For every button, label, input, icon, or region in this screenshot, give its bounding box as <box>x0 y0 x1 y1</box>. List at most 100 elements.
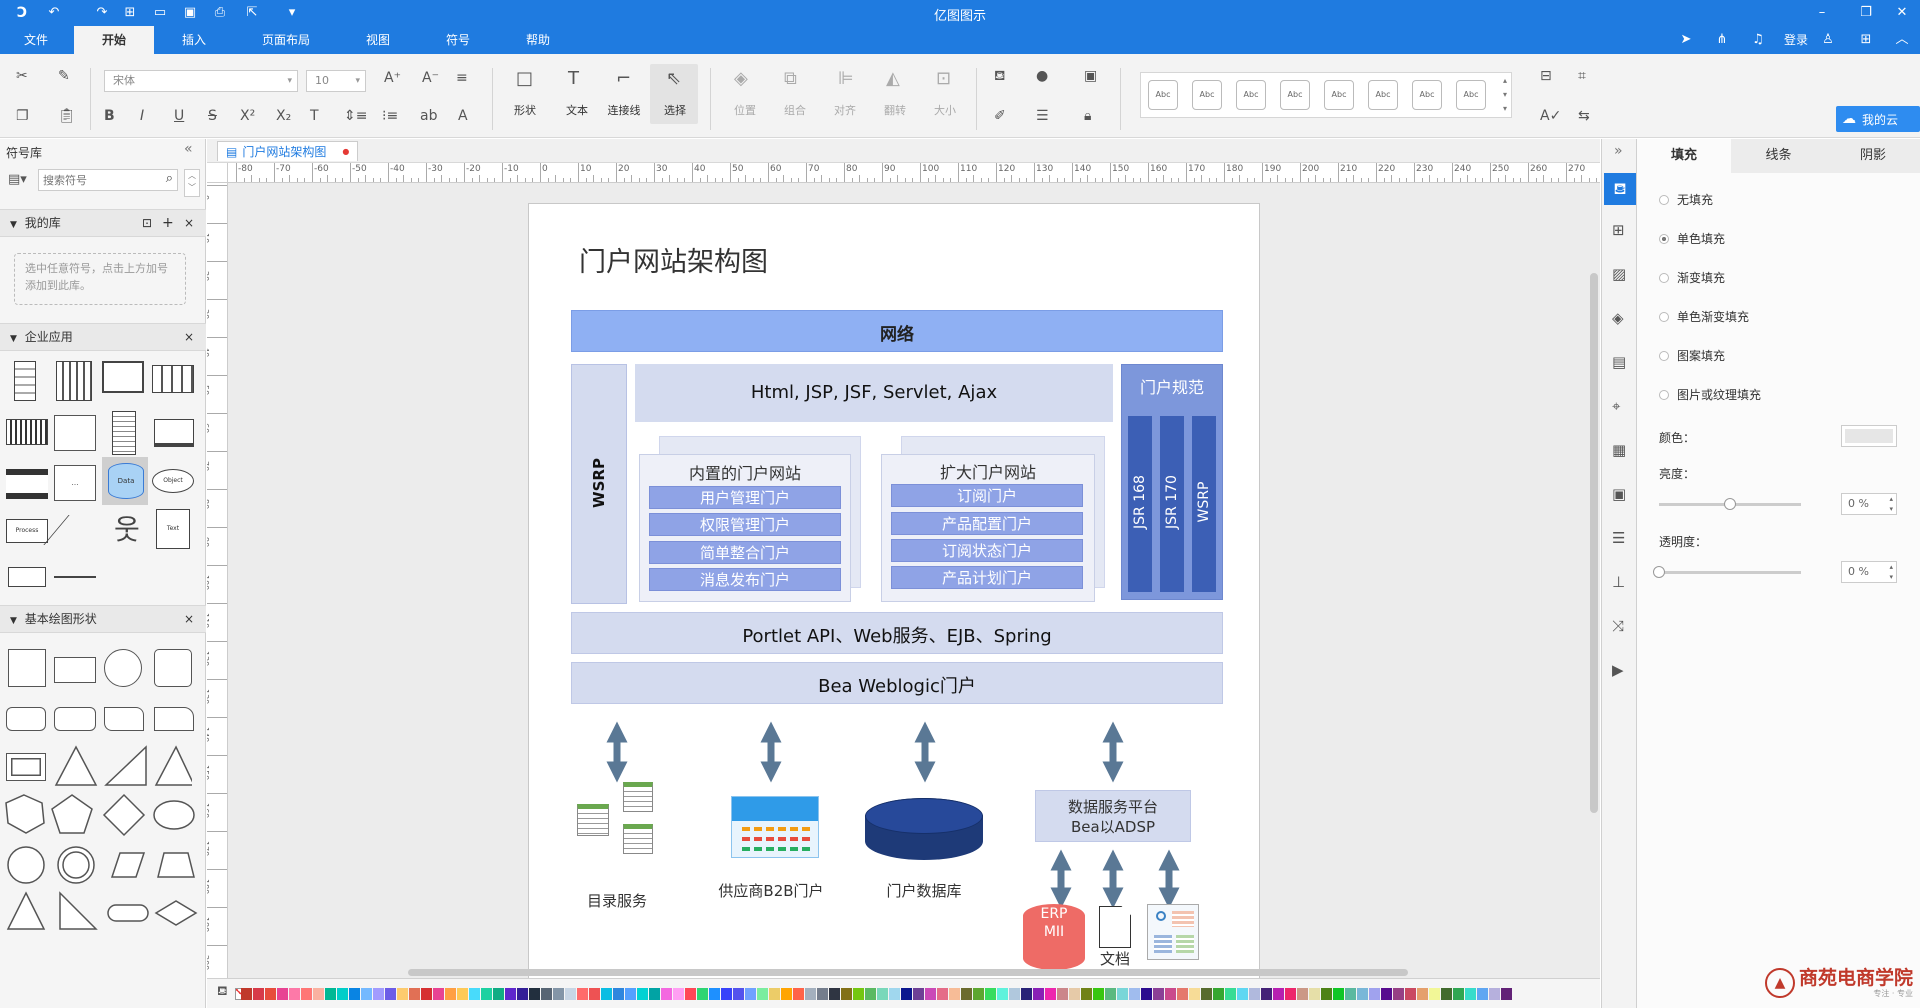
my-library-dropzone[interactable]: 选中任意符号，点击上方加号添加到此库。 <box>14 253 186 305</box>
color-swatch[interactable] <box>1045 988 1056 1000</box>
color-swatch[interactable] <box>745 988 756 1000</box>
document-icon[interactable] <box>1099 906 1131 948</box>
transparency-input[interactable]: 0 % ▴ ▾ <box>1841 561 1897 583</box>
login-link[interactable]: 登录 <box>1776 26 1816 54</box>
triangle-shape[interactable] <box>52 745 192 787</box>
color-swatch[interactable] <box>1309 988 1320 1000</box>
square-shape[interactable] <box>8 649 46 687</box>
color-swatch[interactable] <box>277 988 288 1000</box>
tab-line[interactable]: 线条 <box>1731 139 1826 173</box>
color-swatch[interactable] <box>577 988 588 1000</box>
color-swatch[interactable] <box>865 988 876 1000</box>
connector-tool-icon[interactable]: ⌐ <box>616 68 631 89</box>
note-shape[interactable]: … <box>54 465 96 501</box>
enterprise-section-header[interactable]: ▼ 企业应用 × <box>0 323 206 351</box>
style-panel-icon[interactable]: ⊞ <box>1612 221 1625 239</box>
round-corner-rect-shape[interactable] <box>154 707 194 731</box>
font-size-select[interactable]: 10 ▾ <box>306 70 366 92</box>
color-swatch[interactable] <box>481 988 492 1000</box>
rounded-rect-shape[interactable] <box>6 707 46 731</box>
add-library-icon[interactable]: + <box>162 210 174 236</box>
menu-symbol[interactable]: 符号 <box>432 26 484 54</box>
table-panel-icon[interactable]: ▦ <box>1612 441 1626 459</box>
color-swatch[interactable] <box>1069 988 1080 1000</box>
fill-option-picture[interactable]: 图片或纹理填充 <box>1659 386 1761 403</box>
color-swatch[interactable] <box>1477 988 1488 1000</box>
frame-shape[interactable] <box>6 753 46 781</box>
cut-icon[interactable]: ✂ <box>16 68 28 84</box>
connector-arrows[interactable] <box>529 204 1261 978</box>
color-swatch[interactable] <box>253 988 264 1000</box>
bullet-list-icon[interactable]: ⁝≡ <box>382 108 398 124</box>
spell-check-icon[interactable]: A✓ <box>1540 108 1561 124</box>
search-input[interactable] <box>39 170 147 190</box>
color-swatch[interactable] <box>1273 988 1284 1000</box>
grow-font-icon[interactable]: A⁺ <box>384 70 401 86</box>
style-preset-3[interactable]: Abc <box>1236 80 1266 110</box>
color-swatch[interactable] <box>469 988 480 1000</box>
color-swatch[interactable] <box>901 988 912 1000</box>
page-setup-icon[interactable]: ⊟ <box>1540 68 1552 84</box>
replace-icon[interactable]: ⇆ <box>1578 108 1590 124</box>
menu-insert[interactable]: 插入 <box>168 26 220 54</box>
tab-fill[interactable]: 填充 <box>1637 139 1731 173</box>
object-shape[interactable]: Object <box>152 469 194 493</box>
color-swatch[interactable] <box>793 988 804 1000</box>
laptop-shape[interactable] <box>154 419 194 447</box>
position-icon[interactable]: ◈ <box>734 68 748 89</box>
color-swatch[interactable] <box>301 988 312 1000</box>
superscript-icon[interactable]: X² <box>240 108 255 124</box>
fill-option-solid[interactable]: 单色填充 <box>1659 230 1725 247</box>
format-painter-icon[interactable]: ✎ <box>58 68 70 84</box>
basic-shapes-section-header[interactable]: ▼ 基本绘图形状 × <box>0 605 206 633</box>
paste-icon[interactable]: 📋︎ <box>58 108 76 124</box>
text-format-icon[interactable]: T <box>310 108 319 124</box>
color-swatch[interactable] <box>1405 988 1416 1000</box>
style-preset-6[interactable]: Abc <box>1368 80 1398 110</box>
color-swatch[interactable] <box>1081 988 1092 1000</box>
close-section-icon[interactable]: × <box>184 324 194 350</box>
color-swatch[interactable] <box>853 988 864 1000</box>
document-tab[interactable]: ▤ 门户网站架构图 ● <box>217 141 359 161</box>
search-icon[interactable]: ⌕ <box>166 171 173 186</box>
color-swatch[interactable] <box>817 988 828 1000</box>
line-style-icon[interactable]: ☰ <box>1036 108 1049 124</box>
actor-shape[interactable]: 웃 <box>114 509 140 551</box>
component-shape[interactable] <box>8 567 46 587</box>
color-swatch[interactable] <box>1465 988 1476 1000</box>
color-swatch[interactable] <box>913 988 924 1000</box>
select-tool-icon[interactable]: ⇖ <box>666 68 681 89</box>
color-swatch[interactable] <box>1417 988 1428 1000</box>
color-swatch[interactable] <box>1165 988 1176 1000</box>
directory-service-icon[interactable] <box>573 782 657 858</box>
rectangle-shape[interactable] <box>54 657 96 683</box>
apps-icon[interactable]: ⊞ <box>1858 32 1874 48</box>
color-swatch[interactable] <box>349 988 360 1000</box>
color-swatch[interactable] <box>1333 988 1344 1000</box>
layers-panel-icon[interactable]: ◈ <box>1612 309 1624 327</box>
text-case-icon[interactable]: ab <box>420 108 437 124</box>
color-swatch[interactable] <box>685 988 696 1000</box>
hierarchy-panel-icon[interactable]: ⊥ <box>1612 573 1625 591</box>
color-swatch[interactable] <box>1249 988 1260 1000</box>
color-swatch[interactable] <box>1105 988 1116 1000</box>
menu-file[interactable]: 文件 <box>12 26 60 54</box>
fill-option-none[interactable]: 无填充 <box>1659 191 1713 208</box>
image-panel-icon[interactable]: ▨ <box>1612 265 1626 283</box>
subscript-icon[interactable]: X₂ <box>276 108 291 124</box>
color-swatch[interactable] <box>1345 988 1356 1000</box>
fill-bucket-icon[interactable]: ⛾ <box>994 68 1005 86</box>
color-swatch[interactable] <box>529 988 540 1000</box>
style-preset-5[interactable]: Abc <box>1324 80 1354 110</box>
data-panel-icon[interactable]: ▣ <box>1612 485 1626 503</box>
color-swatch[interactable] <box>1153 988 1164 1000</box>
container-icon[interactable]: ▣ <box>1084 68 1097 84</box>
color-swatch[interactable] <box>673 988 684 1000</box>
color-swatch[interactable] <box>445 988 456 1000</box>
color-swatch[interactable] <box>1429 988 1440 1000</box>
color-swatch[interactable] <box>589 988 600 1000</box>
color-swatch[interactable] <box>373 988 384 1000</box>
color-swatch[interactable] <box>709 988 720 1000</box>
network-pcs-shape[interactable] <box>54 415 96 451</box>
color-swatch[interactable] <box>421 988 432 1000</box>
